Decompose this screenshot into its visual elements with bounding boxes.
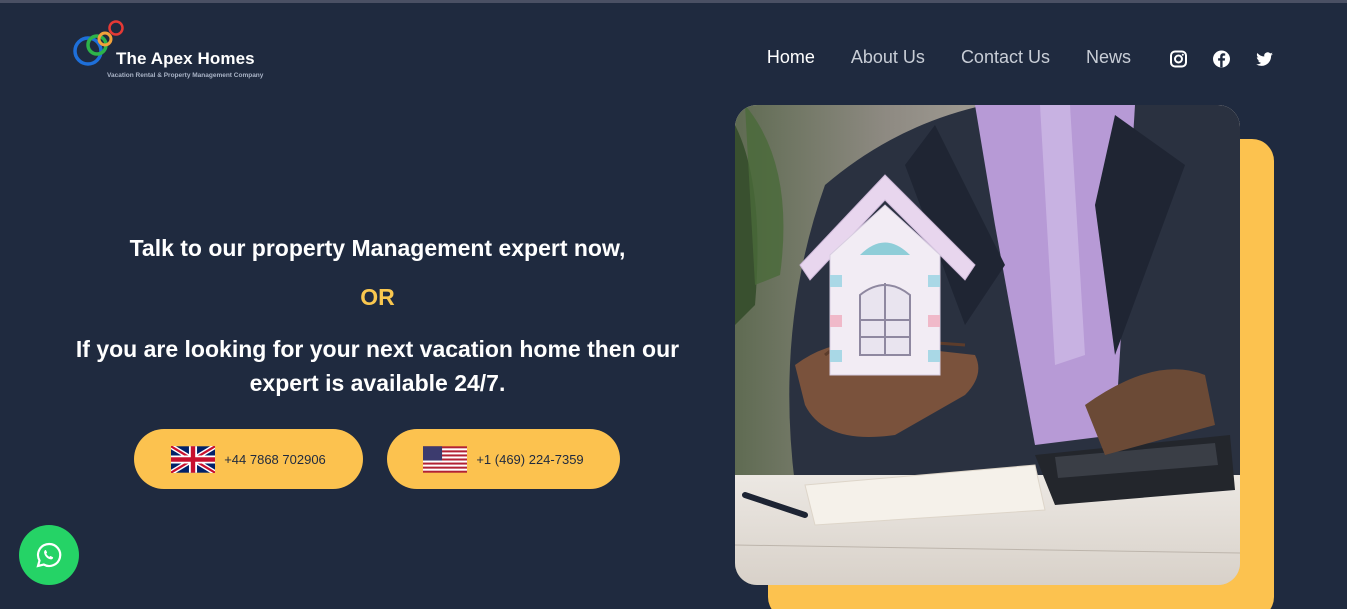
nav-about-us[interactable]: About Us [851,47,925,68]
brand-tagline: Vacation Rental & Property Management Co… [107,72,264,79]
uk-flag-icon [171,445,216,473]
us-phone-button[interactable]: +1 (469) 224-7359 [387,429,620,489]
facebook-icon[interactable] [1212,48,1231,70]
hero-section: Talk to our property Management expert n… [75,235,680,400]
whatsapp-icon [36,542,62,568]
brand-logo[interactable]: The Apex Homes Vacation Rental & Propert… [72,18,287,84]
us-flag-icon [423,445,468,473]
instagram-icon[interactable] [1169,48,1188,70]
whatsapp-button[interactable] [19,525,79,585]
hero-headline: Talk to our property Management expert n… [129,235,626,261]
social-links [1169,48,1274,70]
top-border [0,0,1347,3]
brand-name: The Apex Homes [116,49,255,68]
hero-or-text: OR [360,284,395,310]
logo-rings-icon [73,20,124,66]
phone-buttons: +44 7868 702906 +1 (469) 224-7359 [134,429,620,489]
hero-subheadline: If you are looking for your next vacatio… [75,336,680,396]
nav-home[interactable]: Home [767,47,815,68]
nav-contact-us[interactable]: Contact Us [961,47,1050,68]
main-nav: Home About Us Contact Us News [767,47,1131,68]
uk-phone-button[interactable]: +44 7868 702906 [134,429,363,489]
uk-phone-number: +44 7868 702906 [224,451,326,467]
nav-news[interactable]: News [1086,47,1131,68]
hero-image-agent-holding-house [735,105,1240,585]
twitter-icon[interactable] [1255,48,1274,70]
us-phone-number: +1 (469) 224-7359 [476,451,584,467]
